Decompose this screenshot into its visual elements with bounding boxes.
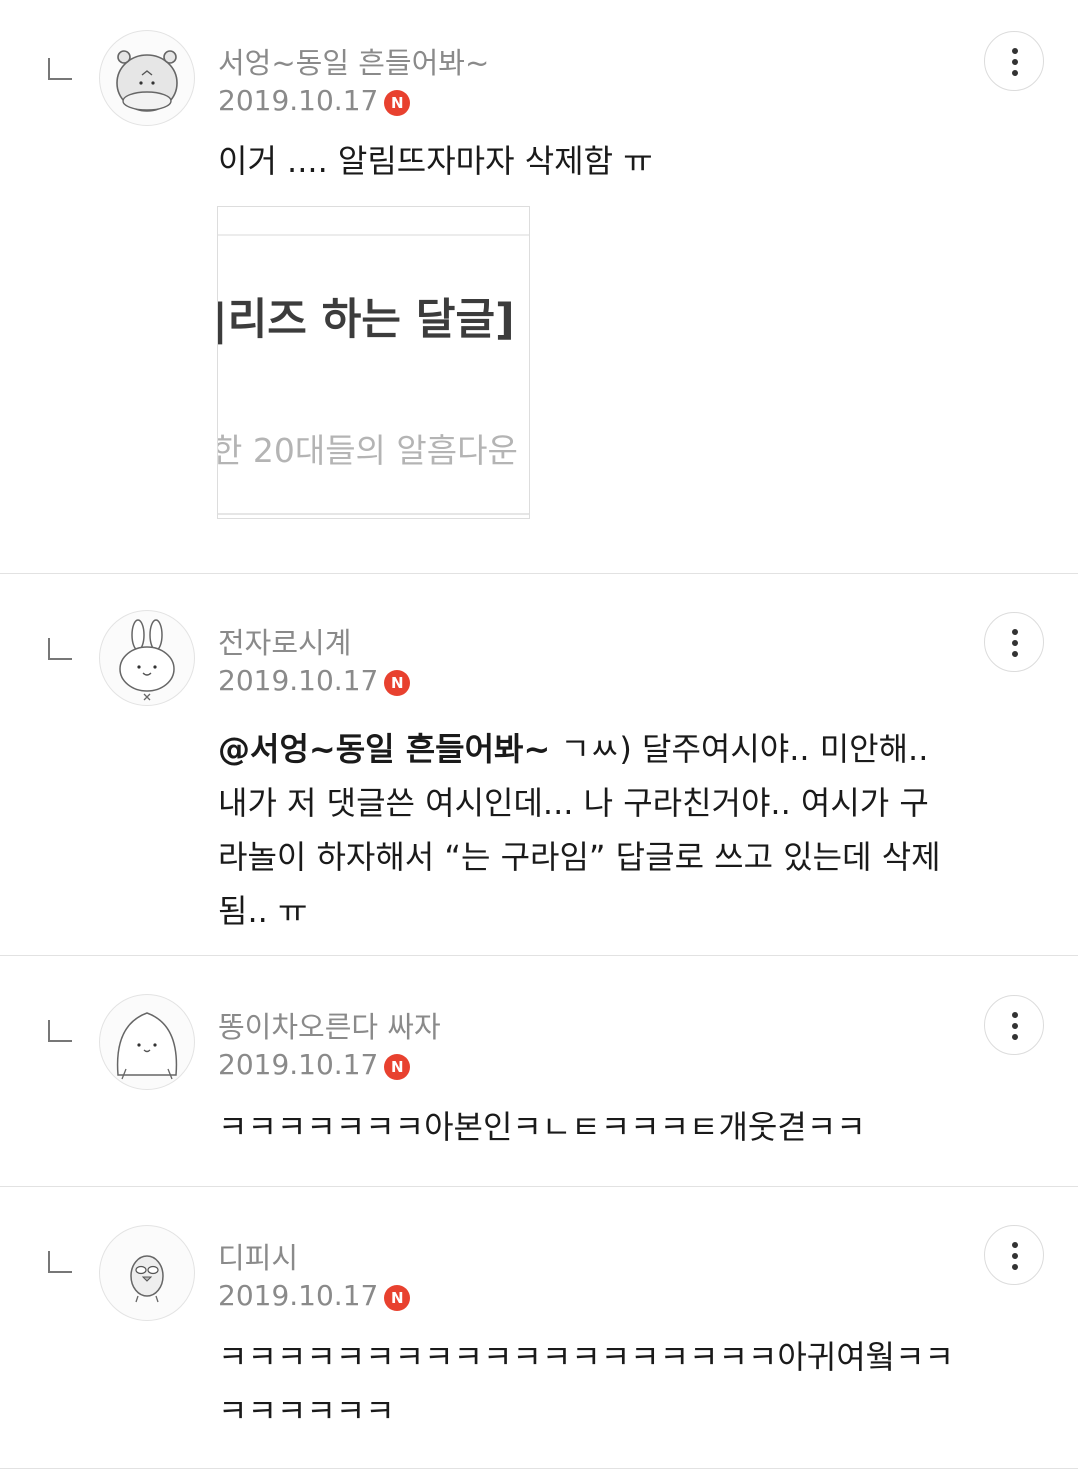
comment-text-content: 이거 .... 알림뜨자마자 삭제함 ㅠ xyxy=(218,142,653,180)
comment-text: 이거 .... 알림뜨자마자 삭제함 ㅠ xyxy=(218,134,958,188)
comment-item: 전자로시계 2019.10.17 N @서엉~동일 흔들어봐~ ㄱㅆ) 달주여시야… xyxy=(0,574,1078,955)
reply-indent-icon xyxy=(48,1251,72,1273)
mention-link[interactable]: @서엉~동일 흔들어봐~ xyxy=(218,730,550,768)
comment-text: ㅋㅋㅋㅋㅋㅋㅋㅋㅋㅋㅋㅋㅋㅋㅋㅋㅋㅋㅋ아귀여웤ㅋㅋㅋㅋㅋㅋㅋㅋ xyxy=(218,1330,958,1438)
avatar[interactable] xyxy=(99,1225,195,1321)
comment-item: 똥이차오른다 싸자 2019.10.17 N ㅋㅋㅋㅋㅋㅋㅋ아본인ㅋㄴㅌㅋㅋㅋㅌ개… xyxy=(0,956,1078,1186)
reply-indent-icon xyxy=(48,1020,72,1042)
divider xyxy=(0,1468,1078,1469)
comment-date: 2019.10.17 N xyxy=(218,1279,411,1312)
avatar[interactable] xyxy=(99,610,195,706)
comment-nickname[interactable]: 똥이차오른다 싸자 xyxy=(218,1004,441,1046)
hamster-avatar-icon xyxy=(116,50,178,112)
attached-image-title: |리즈 하는 달글] xyxy=(217,295,515,345)
more-options-button[interactable] xyxy=(984,1225,1044,1285)
reply-indent-icon xyxy=(48,638,72,660)
comment-date-text: 2019.10.17 xyxy=(218,664,379,697)
avatar[interactable] xyxy=(99,30,195,126)
more-options-button[interactable] xyxy=(984,612,1044,672)
comment-date: 2019.10.17 N xyxy=(218,664,411,697)
comment-nickname[interactable]: 서엉~동일 흔들어봐~ xyxy=(218,40,489,82)
new-badge-icon: N xyxy=(384,1285,411,1311)
attached-image-subtitle: 한 20대들의 알흠다운 xyxy=(217,431,518,470)
comment-text: @서엉~동일 흔들어봐~ ㄱㅆ) 달주여시야.. 미안해.. 내가 저 댓글쓴 … xyxy=(218,722,958,938)
more-options-button[interactable] xyxy=(984,995,1044,1055)
comment-date-text: 2019.10.17 xyxy=(218,1279,379,1312)
more-options-button[interactable] xyxy=(984,31,1044,91)
new-badge-icon: N xyxy=(384,90,411,116)
comment-date: 2019.10.17 N xyxy=(218,1048,411,1081)
comment-text: ㅋㅋㅋㅋㅋㅋㅋ아본인ㅋㄴㅌㅋㅋㅋㅌ개웃겯ㅋㅋ xyxy=(218,1100,958,1154)
duck-avatar-icon xyxy=(130,1255,164,1303)
comment-date-text: 2019.10.17 xyxy=(218,84,379,117)
comment-nickname[interactable]: 전자로시계 xyxy=(218,620,351,662)
comment-text-content: ㅋㅋㅋㅋㅋㅋㅋ아본인ㅋㄴㅌㅋㅋㅋㅌ개웃겯ㅋㅋ xyxy=(218,1108,866,1146)
comment-date-text: 2019.10.17 xyxy=(218,1048,379,1081)
blob-avatar-icon xyxy=(116,1012,178,1080)
rabbit-avatar-icon xyxy=(119,619,175,701)
comment-text-content: ㅋㅋㅋㅋㅋㅋㅋㅋㅋㅋㅋㅋㅋㅋㅋㅋㅋㅋㅋ아귀여웤ㅋㅋㅋㅋㅋㅋㅋㅋ xyxy=(218,1338,955,1430)
new-badge-icon: N xyxy=(384,1054,411,1080)
new-badge-icon: N xyxy=(384,670,411,696)
comment-item: 디피시 2019.10.17 N ㅋㅋㅋㅋㅋㅋㅋㅋㅋㅋㅋㅋㅋㅋㅋㅋㅋㅋㅋ아귀여웤ㅋ… xyxy=(0,1187,1078,1483)
attached-image[interactable]: |리즈 하는 달글] 한 20대들의 알흠다운 xyxy=(217,206,530,519)
comment-item: 서엉~동일 흔들어봐~ 2019.10.17 N 이거 .... 알림뜨자마자 삭… xyxy=(0,0,1078,573)
comment-nickname[interactable]: 디피시 xyxy=(218,1235,298,1277)
avatar[interactable] xyxy=(99,994,195,1090)
reply-indent-icon xyxy=(48,58,72,80)
comment-date: 2019.10.17 N xyxy=(218,84,411,117)
